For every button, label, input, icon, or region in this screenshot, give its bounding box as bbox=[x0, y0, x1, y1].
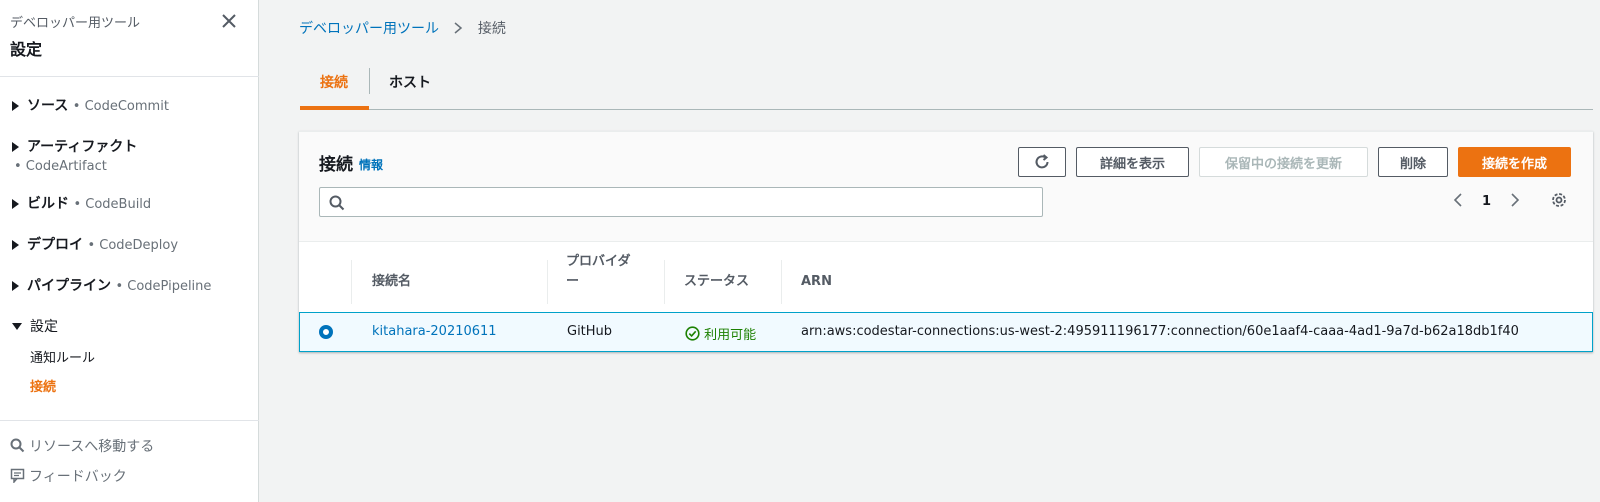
row-select-radio[interactable] bbox=[319, 325, 333, 339]
status-cell: 利用可能 bbox=[685, 324, 756, 343]
refresh-button[interactable] bbox=[1018, 147, 1066, 177]
chevron-right-icon bbox=[453, 21, 463, 39]
column-header-arn[interactable]: ARN bbox=[801, 272, 832, 292]
tab-separator bbox=[369, 68, 370, 94]
provider-cell: GitHub bbox=[567, 324, 613, 339]
breadcrumb-current: 接続 bbox=[477, 21, 506, 37]
view-details-button[interactable]: 詳細を表示 bbox=[1076, 147, 1189, 177]
sidebar-section-settings[interactable]: 設定 bbox=[12, 316, 58, 336]
side-navigation: デベロッパー用ツール 設定 ソース • CodeCommit アーティファクト … bbox=[0, 0, 259, 502]
create-connection-button[interactable]: 接続を作成 bbox=[1458, 147, 1571, 177]
sidebar-section-deploy[interactable]: デプロイ • CodeDeploy bbox=[12, 234, 178, 254]
info-link[interactable]: 情報 bbox=[359, 156, 383, 173]
sidebar-section-source[interactable]: ソース • CodeCommit bbox=[12, 95, 169, 115]
breadcrumb-developer-tools[interactable]: デベロッパー用ツール bbox=[299, 21, 439, 37]
search-icon bbox=[10, 438, 25, 453]
connection-name-link[interactable]: kitahara-20210611 bbox=[372, 324, 497, 339]
go-to-resource-link[interactable]: リソースへ移動する bbox=[10, 436, 154, 456]
sidebar-section-artifact-svc[interactable]: • CodeArtifact bbox=[14, 158, 107, 174]
tab-connections[interactable]: 接続 bbox=[320, 72, 348, 92]
feedback-link[interactable]: フィードバック bbox=[10, 466, 127, 486]
active-tab-indicator bbox=[300, 106, 369, 110]
tab-hosts[interactable]: ホスト bbox=[389, 72, 431, 92]
next-page-icon[interactable] bbox=[1509, 192, 1521, 212]
table-row[interactable]: kitahara-20210611 GitHub 利用可能 arn:aws:co… bbox=[299, 312, 1593, 352]
current-page-number[interactable]: 1 bbox=[1482, 194, 1491, 209]
tab-bar: 接続 ホスト bbox=[300, 62, 1593, 110]
panel-header: 接続 情報 詳細を表示 保留中の接続を更新 削除 接続を作成 1 bbox=[299, 132, 1593, 242]
status-text: 利用可能 bbox=[704, 328, 757, 343]
caret-right-icon bbox=[12, 142, 19, 152]
caret-right-icon bbox=[12, 101, 19, 111]
search-icon bbox=[329, 195, 345, 211]
sidebar-item-notification-rules[interactable]: 通知ルール bbox=[30, 347, 95, 366]
sidebar-divider bbox=[0, 420, 259, 421]
column-header-status[interactable]: ステータス bbox=[684, 272, 749, 292]
panel-title: 接続 bbox=[319, 155, 353, 175]
caret-down-icon bbox=[12, 323, 22, 330]
column-separator bbox=[664, 260, 665, 304]
refresh-icon bbox=[1035, 154, 1049, 169]
connections-table-panel: 接続 情報 詳細を表示 保留中の接続を更新 削除 接続を作成 1 接続名 プロバ… bbox=[299, 131, 1593, 352]
breadcrumb: デベロッパー用ツール 接続 bbox=[299, 18, 506, 39]
delete-button[interactable]: 削除 bbox=[1378, 147, 1448, 177]
previous-page-icon[interactable] bbox=[1452, 192, 1464, 212]
column-separator bbox=[351, 260, 352, 304]
gear-icon[interactable] bbox=[1551, 192, 1567, 212]
column-header-name[interactable]: 接続名 bbox=[372, 272, 411, 292]
search-input[interactable] bbox=[319, 187, 1043, 217]
column-separator bbox=[781, 260, 782, 304]
sidebar-section-build[interactable]: ビルド • CodeBuild bbox=[12, 193, 151, 213]
close-icon[interactable] bbox=[218, 10, 240, 32]
caret-right-icon bbox=[12, 240, 19, 250]
feedback-icon bbox=[10, 468, 25, 485]
sidebar-divider bbox=[0, 76, 259, 77]
sidebar-header: デベロッパー用ツール 設定 bbox=[10, 12, 140, 60]
sidebar-item-connections[interactable]: 接続 bbox=[30, 376, 56, 395]
caret-right-icon bbox=[12, 281, 19, 291]
caret-right-icon bbox=[12, 199, 19, 209]
check-circle-icon bbox=[685, 326, 700, 341]
update-pending-connection-button[interactable]: 保留中の接続を更新 bbox=[1199, 147, 1368, 177]
column-header-provider[interactable]: プロバイダー bbox=[566, 252, 630, 292]
arn-cell: arn:aws:codestar-connections:us-west-2:4… bbox=[801, 324, 1519, 339]
sidebar-service-name[interactable]: デベロッパー用ツール bbox=[10, 12, 140, 31]
sidebar-section-artifact[interactable]: アーティファクト bbox=[12, 136, 137, 156]
sidebar-section-pipeline[interactable]: パイプライン • CodePipeline bbox=[12, 275, 211, 295]
sidebar-title: 設定 bbox=[10, 40, 43, 59]
column-separator bbox=[547, 260, 548, 304]
